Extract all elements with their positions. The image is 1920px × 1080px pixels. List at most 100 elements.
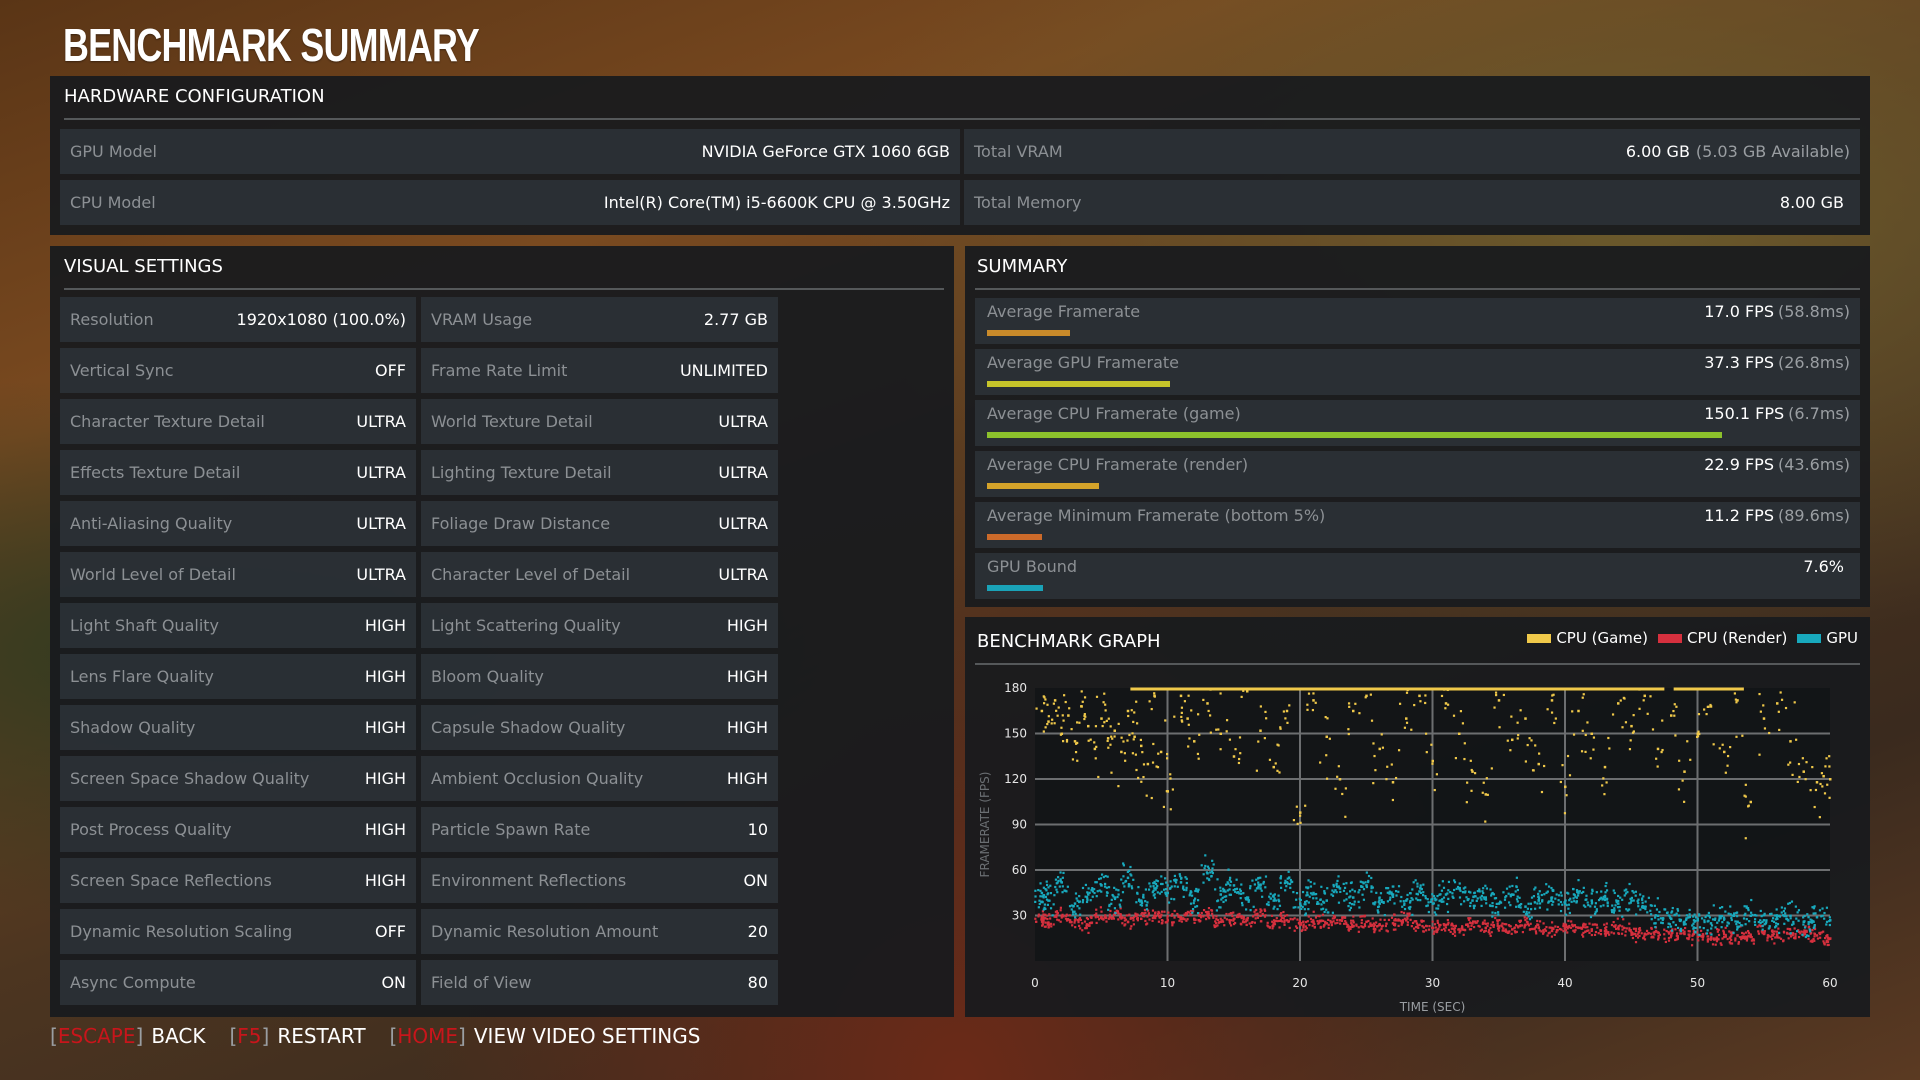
data-point — [1041, 923, 1044, 926]
data-point — [1299, 902, 1302, 905]
data-point — [1822, 930, 1825, 933]
data-point — [1386, 930, 1389, 933]
data-point — [1238, 912, 1241, 916]
data-point — [1225, 883, 1228, 886]
data-point — [1227, 868, 1230, 871]
data-point — [1113, 907, 1117, 910]
data-point — [1802, 770, 1805, 773]
data-point — [1726, 754, 1730, 758]
x-tick-label: 0 — [1031, 976, 1039, 990]
data-point — [1647, 932, 1650, 935]
data-point — [1347, 732, 1350, 736]
data-point — [1498, 726, 1501, 729]
data-point — [1577, 894, 1580, 897]
data-point — [1625, 927, 1628, 930]
data-point — [1490, 931, 1493, 934]
data-point — [1524, 717, 1527, 720]
data-point — [1743, 794, 1746, 797]
data-point — [1637, 905, 1640, 908]
data-point — [1129, 927, 1132, 930]
data-point — [1697, 730, 1700, 733]
data-point — [1525, 910, 1528, 913]
data-point — [1135, 901, 1138, 904]
data-point — [1747, 805, 1750, 808]
data-point — [1787, 937, 1790, 940]
data-point — [1586, 901, 1589, 904]
summary-header: SUMMARY — [975, 246, 1860, 290]
data-point — [1253, 921, 1257, 924]
data-point — [1104, 874, 1107, 878]
data-point — [1451, 932, 1455, 935]
data-point — [1296, 918, 1299, 921]
data-point — [1316, 920, 1319, 923]
data-point — [1809, 789, 1812, 792]
data-point — [1122, 740, 1125, 743]
data-point — [1401, 921, 1404, 925]
data-point — [1657, 918, 1660, 921]
setting-value: ULTRA — [356, 565, 406, 584]
data-point — [1081, 901, 1084, 904]
data-point — [1263, 909, 1267, 912]
data-point — [1305, 900, 1308, 903]
data-point — [1571, 710, 1574, 713]
data-point — [1415, 897, 1418, 900]
data-point — [1615, 927, 1618, 930]
data-point — [1822, 774, 1825, 778]
setting-label: Anti-Aliasing Quality — [70, 514, 233, 533]
data-point — [1611, 910, 1614, 914]
data-point — [1240, 915, 1243, 918]
data-point — [1495, 693, 1498, 697]
data-point — [1085, 896, 1089, 899]
data-point — [1623, 697, 1626, 700]
data-point — [1166, 884, 1169, 887]
setting-value: HIGH — [364, 769, 406, 788]
data-point — [1289, 918, 1292, 921]
data-point — [1509, 904, 1512, 907]
data-point — [1338, 778, 1342, 781]
data-point — [1511, 928, 1514, 931]
data-point — [1281, 920, 1284, 923]
setting-label: World Texture Detail — [431, 412, 593, 431]
data-point — [1667, 922, 1670, 925]
data-point — [1797, 762, 1801, 766]
data-point — [1412, 881, 1415, 884]
data-point — [1587, 904, 1590, 907]
data-point — [1142, 763, 1146, 766]
data-point — [1349, 895, 1352, 898]
data-point — [1766, 939, 1769, 942]
data-point — [1348, 901, 1351, 905]
data-point — [1618, 905, 1621, 909]
data-point — [1556, 929, 1559, 932]
data-point — [1108, 903, 1111, 907]
data-point — [1383, 918, 1386, 921]
data-point — [1818, 816, 1821, 819]
data-point — [1458, 732, 1461, 735]
data-point — [1490, 923, 1493, 926]
setting-row: Lens Flare Quality HIGH — [60, 654, 416, 699]
data-point — [1484, 884, 1487, 887]
control-back[interactable]: [ESCAPE] BACK — [50, 1024, 205, 1048]
data-point — [1038, 902, 1041, 906]
control-restart[interactable]: [F5] RESTART — [229, 1024, 365, 1048]
setting-row: Dynamic Resolution Scaling OFF — [60, 909, 416, 954]
data-point — [1671, 910, 1674, 913]
data-point — [1803, 932, 1807, 936]
data-point — [1334, 787, 1337, 790]
data-point — [1774, 936, 1777, 939]
data-point — [1253, 910, 1256, 913]
data-point — [1353, 890, 1356, 893]
data-point — [1240, 917, 1243, 920]
data-point — [1347, 904, 1350, 908]
data-point — [1581, 729, 1584, 732]
data-point — [1559, 900, 1563, 904]
data-point — [1635, 913, 1638, 916]
data-point — [1076, 759, 1079, 762]
data-point — [1161, 921, 1164, 925]
data-point — [1686, 740, 1689, 743]
data-point — [1432, 926, 1435, 930]
setting-label: Light Scattering Quality — [431, 616, 621, 635]
data-point — [1386, 900, 1390, 903]
data-point — [1207, 912, 1210, 916]
summary-row: Average GPU Framerate 37.3 FPS (26.8ms) — [975, 349, 1860, 395]
control-view-video-settings[interactable]: [HOME] VIEW VIDEO SETTINGS — [390, 1024, 701, 1048]
